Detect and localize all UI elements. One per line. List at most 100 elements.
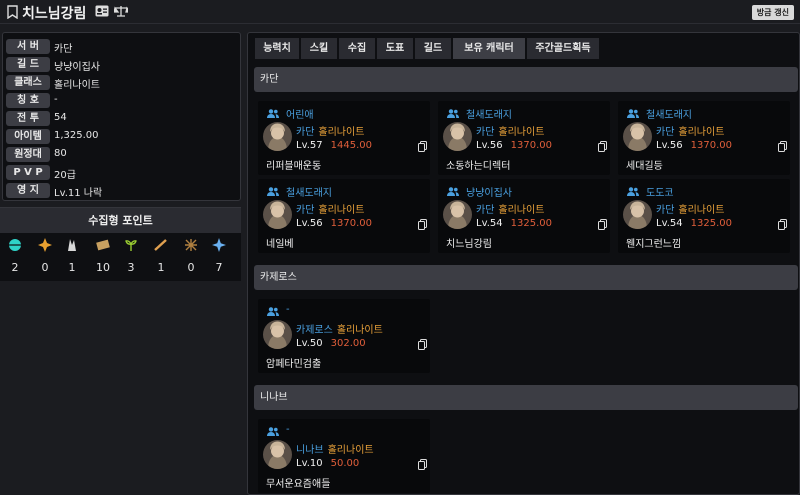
info-value: 80 [54, 148, 67, 159]
character-server: 카단 [476, 127, 495, 138]
character-guild: - [286, 424, 290, 435]
info-row-title: 칭 호- [6, 93, 236, 108]
refresh-button[interactable]: 방금 갱신 [751, 5, 794, 20]
character-server-class: 카제로스 홀리나이트 [296, 321, 383, 336]
character-level-row: Lv.10 50.00 [296, 458, 359, 469]
guild-users-icon [447, 108, 459, 121]
character-card[interactable]: 철새도래지 카단 홀리나이트 Lv.56 1370.00 네일베 [258, 179, 430, 253]
character-name: 웬지그런느낌 [626, 239, 682, 250]
character-name: 치느님강림 [446, 239, 492, 250]
info-value: Lv.11 나락 [54, 188, 103, 199]
info-label: 원정대 [6, 147, 50, 162]
character-card[interactable]: 철새도래지 카단 홀리나이트 Lv.56 1370.00 소동하는디렉터 [438, 101, 610, 175]
info-label: 칭 호 [6, 93, 50, 108]
tab-weekly-gold[interactable]: 주간골드획득 [527, 38, 599, 59]
character-name: 세대길등 [626, 161, 663, 172]
copy-icon[interactable] [418, 459, 427, 470]
character-server-class: 카단 홀리나이트 [296, 123, 364, 138]
scale-icon[interactable] [114, 5, 128, 17]
character-name: 소동하는디렉터 [446, 161, 511, 172]
copy-icon[interactable] [598, 219, 607, 230]
collection-count: 1 [68, 261, 76, 274]
character-server: 카단 [296, 205, 315, 216]
character-server: 카단 [476, 205, 495, 216]
avatar [443, 122, 472, 151]
character-server-class: 카단 홀리나이트 [296, 201, 364, 216]
character-item-level: 50.00 [330, 458, 360, 469]
character-class: 홀리나이트 [318, 205, 365, 216]
top-bar: 치느님강림 방금 갱신 [0, 0, 800, 24]
info-value: - [54, 94, 58, 105]
giant-heart-icon [37, 238, 53, 254]
tab-chart[interactable]: 도표 [377, 38, 413, 59]
copy-icon[interactable] [778, 219, 787, 230]
avatar [263, 320, 292, 349]
collection-count: 1 [157, 261, 165, 274]
copy-icon[interactable] [418, 339, 427, 350]
tab-skills[interactable]: 스킬 [301, 38, 337, 59]
character-level: Lv.56 [296, 218, 323, 229]
character-card[interactable]: 도도코카단 홀리나이트 Lv.54 1325.00 웬지그런느낌 [618, 179, 790, 253]
info-value: 카단 [54, 44, 73, 55]
character-card[interactable]: 어린애 카단 홀리나이트 Lv.57 1445.00 리퍼블매운동 [258, 101, 430, 175]
character-card[interactable]: - 카제로스 홀리나이트 Lv.50 302.00 암페타민검출 [258, 299, 430, 373]
info-row-guild: 길 드 냥냥이집사 [6, 57, 236, 73]
character-card[interactable]: 철새도래지카단 홀리나이트 Lv.56 1370.00 세대길등 [618, 101, 790, 175]
character-name: 리퍼블매운동 [266, 161, 322, 172]
character-card[interactable]: - 니나브 홀리나이트 Lv.10 50.00 무서운요즘애들 [258, 419, 430, 493]
character-level: Lv.56 [476, 140, 503, 151]
character-server: 카단 [656, 127, 675, 138]
bookmark-icon[interactable] [7, 5, 18, 19]
copy-icon[interactable] [778, 141, 787, 152]
avatar [263, 440, 292, 469]
character-card[interactable]: 냥냥이집사 카단 홀리나이트 Lv.54 1325.00 치느님강림 [438, 179, 610, 253]
character-class: 홀리나이트 [318, 127, 365, 138]
info-label: 클래스 [6, 75, 50, 90]
character-class: 홀리나이트 [678, 205, 725, 216]
profile-card-icon[interactable] [95, 5, 109, 17]
info-label: 길 드 [6, 57, 50, 72]
world-tree-leaf-icon [183, 238, 199, 254]
character-level: Lv.54 [656, 218, 683, 229]
character-name: 네일베 [266, 239, 294, 250]
character-level-row: Lv.50 302.00 [296, 338, 366, 349]
character-server-class: 카단 홀리나이트 [656, 123, 724, 138]
tab-owned-characters[interactable]: 보유 캐릭터 [453, 38, 525, 59]
tab-stats[interactable]: 능력치 [255, 38, 299, 59]
character-server: 카제로스 [296, 325, 333, 336]
character-server-class: 카단 홀리나이트 [476, 201, 544, 216]
collection-title: 수집형 포인트 [0, 208, 241, 233]
character-server: 카단 [656, 205, 675, 216]
collection-count: 2 [11, 261, 19, 274]
tab-collection[interactable]: 수집 [339, 38, 375, 59]
character-guild: 철새도래지 [466, 110, 512, 121]
info-row-expedition: 원정대 80 [6, 147, 236, 162]
collection-icons [0, 238, 241, 258]
info-row-combat: 전 투 54 [6, 111, 236, 126]
character-level: Lv.50 [296, 338, 323, 349]
character-name: 암페타민검출 [266, 359, 322, 370]
server-section-header: 카단 [254, 67, 798, 92]
character-guild: 냥냥이집사 [466, 188, 512, 199]
character-level: Lv.57 [296, 140, 323, 151]
character-item-level: 1325.00 [690, 218, 732, 229]
character-guild: 철새도래지 [646, 110, 692, 121]
characters-panel: 능력치 스킬 수집 도표 길드 보유 캐릭터 주간골드획득 카단 어린애 카단 홀리나… [247, 32, 800, 495]
info-value: 54 [54, 112, 67, 123]
character-level-row: Lv.56 1370.00 [656, 140, 732, 151]
copy-icon[interactable] [598, 141, 607, 152]
character-level: Lv.10 [296, 458, 323, 469]
copy-icon[interactable] [418, 219, 427, 230]
character-server: 카단 [296, 127, 315, 138]
info-label: P V P [6, 165, 50, 180]
info-label: 서 버 [6, 39, 50, 54]
island-heart-icon [7, 238, 23, 254]
tab-guild[interactable]: 길드 [415, 38, 451, 59]
character-guild: 도도코 [646, 188, 674, 199]
orpheus-star-icon [211, 238, 227, 254]
character-guild: 어린애 [286, 110, 314, 121]
collection-count: 10 [96, 261, 110, 274]
copy-icon[interactable] [418, 141, 427, 152]
character-level-row: Lv.54 1325.00 [656, 218, 732, 229]
character-item-level: 1370.00 [510, 140, 552, 151]
